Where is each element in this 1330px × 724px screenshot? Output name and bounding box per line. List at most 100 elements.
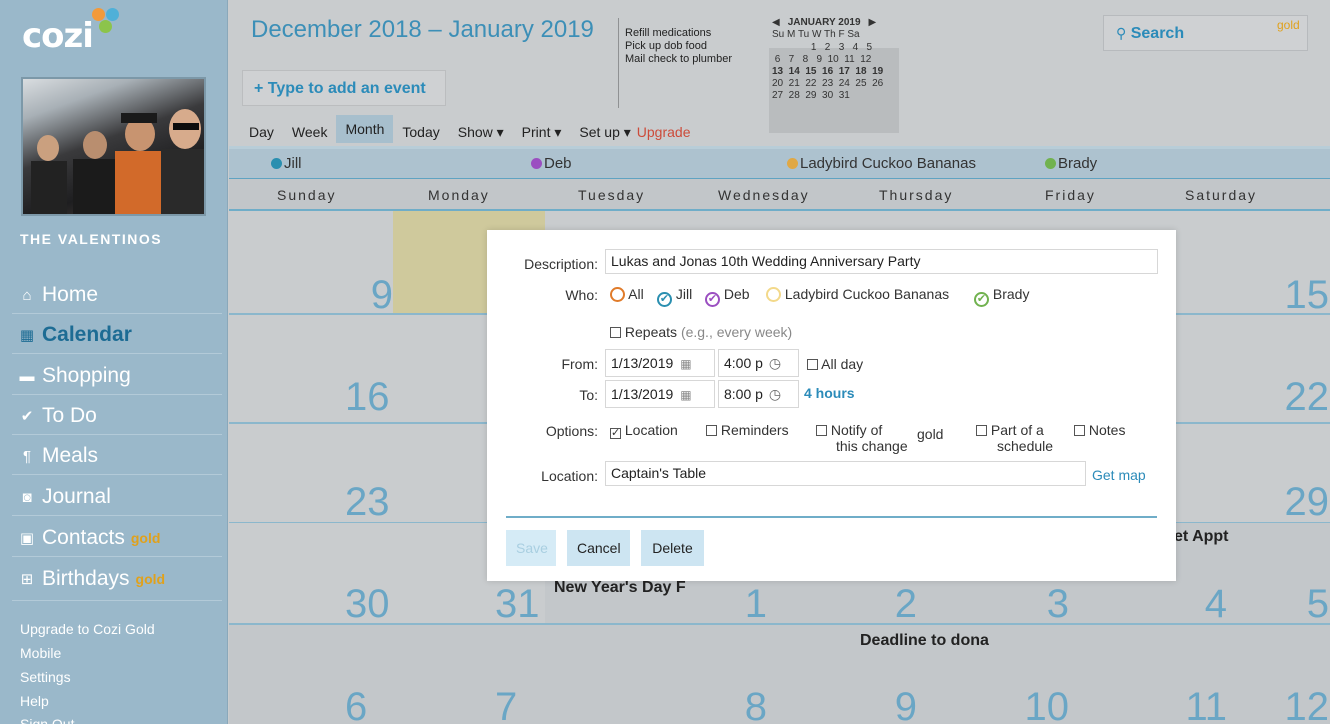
day-number[interactable]: 5 bbox=[1269, 582, 1329, 627]
tab-today[interactable]: Today bbox=[402, 124, 439, 140]
day-number[interactable]: 15 bbox=[1269, 273, 1330, 318]
calendar-icon[interactable]: ▦ bbox=[680, 357, 691, 371]
option-reminders[interactable]: Reminders bbox=[706, 422, 789, 438]
settings-link[interactable]: Settings bbox=[20, 669, 71, 685]
mobile-link[interactable]: Mobile bbox=[20, 645, 61, 661]
nav-journal[interactable]: ◙ Journal bbox=[18, 485, 110, 509]
who-all[interactable]: All bbox=[610, 286, 644, 302]
person-deb[interactable]: Deb bbox=[531, 155, 572, 172]
save-button[interactable]: Save bbox=[506, 530, 556, 566]
get-map-link[interactable]: Get map bbox=[1092, 467, 1146, 483]
day-number[interactable]: 2 bbox=[857, 582, 917, 627]
page-title: December 2018 – January 2019 bbox=[251, 16, 594, 43]
mini-calendar-week[interactable]: 20 21 22 23 24 25 26 bbox=[772, 78, 904, 90]
checkbox-checked-icon: ✓ bbox=[610, 427, 621, 439]
day-number[interactable]: 22 bbox=[1269, 375, 1330, 420]
mini-calendar-week[interactable]: 13 14 15 16 17 18 19 bbox=[772, 66, 904, 78]
nav-todo[interactable]: ✔ To Do bbox=[18, 404, 97, 428]
mini-calendar-week[interactable]: 1 2 3 4 5 bbox=[772, 42, 904, 54]
day-number[interactable]: 10 bbox=[1009, 685, 1070, 724]
day-number[interactable]: 9 bbox=[857, 685, 917, 724]
repeats-checkbox[interactable]: Repeats (e.g., every week) bbox=[610, 324, 792, 340]
search-label: ⚲ Search bbox=[1116, 25, 1184, 43]
day-number[interactable]: 31 bbox=[495, 582, 555, 627]
nav-calendar[interactable]: ▦ Calendar bbox=[18, 323, 132, 347]
cozi-logo[interactable]: cozi bbox=[22, 8, 142, 56]
who-jill[interactable]: ✔ Jill bbox=[657, 286, 692, 307]
clock-icon[interactable]: ◷ bbox=[769, 355, 781, 371]
sign-out-link[interactable]: Sign Out bbox=[20, 716, 74, 724]
dayname-thursday: Thursday bbox=[879, 187, 954, 203]
day-number[interactable]: 29 bbox=[1269, 480, 1330, 525]
day-number[interactable]: 1 bbox=[707, 582, 767, 627]
option-part-of-schedule[interactable]: Part of a bbox=[976, 422, 1044, 438]
nav-birthdays[interactable]: ⊞ Birthdays gold bbox=[18, 567, 165, 591]
options-label: Options: bbox=[545, 423, 598, 439]
day-number[interactable]: 9 bbox=[333, 273, 393, 318]
person-ladybird[interactable]: Ladybird Cuckoo Bananas bbox=[787, 155, 976, 172]
to-date-input[interactable]: 1/13/2019 ▦ bbox=[605, 380, 715, 408]
option-notify[interactable]: Notify of bbox=[816, 422, 882, 438]
nav-contacts[interactable]: ▣ Contacts gold bbox=[18, 526, 161, 550]
duration-label: 4 hours bbox=[804, 385, 855, 401]
day-number[interactable]: 12 bbox=[1269, 685, 1330, 724]
event-new-years[interactable]: New Year's Day F bbox=[554, 579, 686, 597]
all-day-checkbox[interactable]: All day bbox=[807, 356, 863, 372]
to-time-input[interactable]: 8:00 p ◷ bbox=[718, 380, 799, 408]
location-input[interactable]: Captain's Table bbox=[605, 461, 1086, 486]
option-label: Location bbox=[624, 422, 678, 438]
from-time-input[interactable]: 4:00 p ◷ bbox=[718, 349, 799, 377]
clock-icon[interactable]: ◷ bbox=[769, 386, 781, 402]
nav-calendar-label: Calendar bbox=[42, 323, 132, 346]
tab-day[interactable]: Day bbox=[249, 124, 274, 140]
nav-todo-label: To Do bbox=[42, 404, 97, 427]
show-menu[interactable]: Show ▾ bbox=[458, 124, 504, 141]
event-appt[interactable]: et Appt bbox=[1174, 528, 1229, 546]
person-jill[interactable]: Jill bbox=[271, 155, 302, 172]
photo-sunglasses bbox=[173, 123, 199, 130]
day-number[interactable]: 11 bbox=[1167, 685, 1227, 724]
tab-week[interactable]: Week bbox=[292, 124, 328, 140]
add-event-input[interactable]: + Type to add an event bbox=[242, 70, 446, 106]
help-link[interactable]: Help bbox=[20, 693, 49, 709]
person-brady[interactable]: Brady bbox=[1045, 155, 1097, 172]
upgrade-link[interactable]: Upgrade bbox=[637, 124, 691, 140]
todo-preview[interactable]: Refill medications Pick up dob food Mail… bbox=[625, 27, 732, 66]
day-number[interactable]: 30 bbox=[345, 582, 405, 627]
day-number[interactable]: 7 bbox=[495, 685, 555, 724]
tab-month[interactable]: Month bbox=[336, 115, 394, 143]
upgrade-link[interactable]: Upgrade to Cozi Gold bbox=[20, 621, 155, 637]
mini-calendar-week[interactable]: 27 28 29 30 31 bbox=[772, 90, 904, 102]
family-photo[interactable] bbox=[21, 77, 206, 216]
nav-meals[interactable]: ¶ Meals bbox=[18, 444, 98, 468]
address-book-icon: ▣ bbox=[19, 530, 35, 547]
person-name: Brady bbox=[1058, 155, 1098, 172]
day-number[interactable]: 4 bbox=[1167, 582, 1227, 627]
day-number[interactable]: 8 bbox=[707, 685, 767, 724]
home-icon: ⌂ bbox=[22, 286, 32, 304]
checkbox-icon bbox=[706, 425, 717, 436]
prev-month-icon[interactable]: ◀ bbox=[772, 17, 780, 28]
nav-home[interactable]: ⌂ Home bbox=[18, 283, 98, 307]
day-number[interactable]: 6 bbox=[345, 685, 405, 724]
description-input[interactable]: Lukas and Jonas 10th Wedding Anniversary… bbox=[605, 249, 1158, 274]
who-deb[interactable]: ✔ Deb bbox=[705, 286, 750, 307]
who-brady[interactable]: ✔ Brady bbox=[974, 286, 1029, 307]
setup-menu[interactable]: Set up ▾ bbox=[579, 124, 630, 141]
event-deadline[interactable]: Deadline to dona bbox=[860, 632, 989, 650]
nav-shopping[interactable]: ▬ Shopping bbox=[18, 364, 131, 388]
delete-button[interactable]: Delete bbox=[641, 530, 704, 566]
option-notes[interactable]: Notes bbox=[1074, 422, 1125, 438]
who-ladybird[interactable]: Ladybird Cuckoo Bananas bbox=[766, 286, 949, 302]
dayname-saturday: Saturday bbox=[1185, 187, 1258, 203]
day-number[interactable]: 3 bbox=[1009, 582, 1069, 627]
day-number[interactable]: 16 bbox=[345, 375, 405, 420]
calendar-icon[interactable]: ▦ bbox=[680, 388, 691, 402]
option-location[interactable]: ✓ Location bbox=[610, 422, 678, 439]
next-month-icon[interactable]: ▶ bbox=[869, 17, 877, 28]
from-date-input[interactable]: 1/13/2019 ▦ bbox=[605, 349, 715, 377]
day-number[interactable]: 23 bbox=[345, 480, 405, 525]
cancel-button[interactable]: Cancel bbox=[567, 530, 630, 566]
print-menu[interactable]: Print ▾ bbox=[522, 124, 562, 141]
mini-calendar-week[interactable]: 6 7 8 9 10 11 12 bbox=[772, 54, 904, 66]
